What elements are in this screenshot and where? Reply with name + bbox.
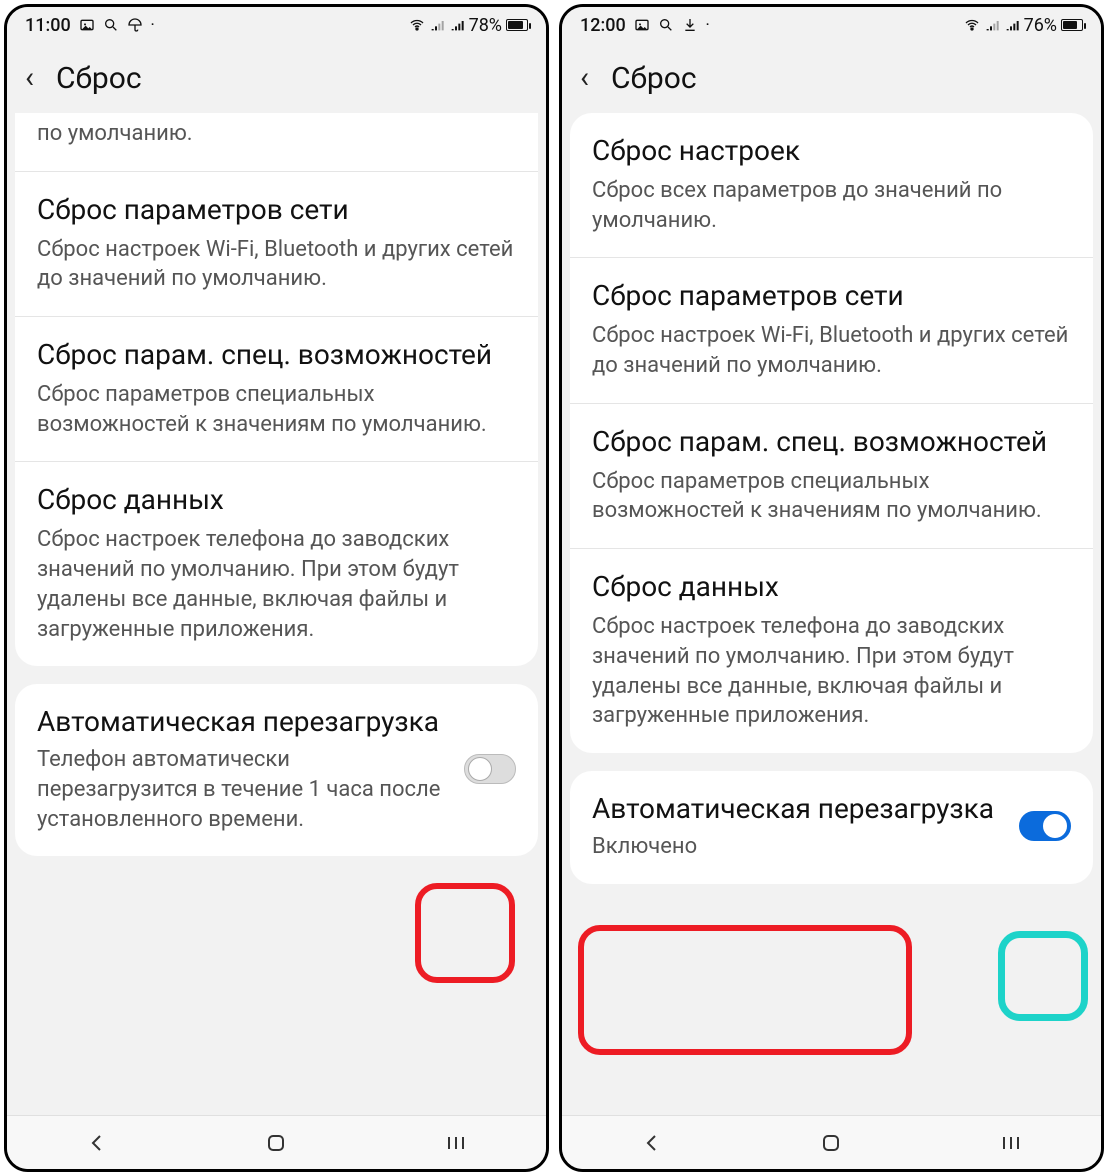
- download-icon: [682, 17, 698, 33]
- signal-icon-2: [1004, 17, 1020, 33]
- settings-card: Сброс настроек Сброс всех параметров до …: [570, 113, 1093, 753]
- item-desc: Сброс настроек телефона до заводских зна…: [592, 612, 1071, 731]
- toggle-desc: Телефон автоматически перезагрузится в т…: [37, 745, 454, 834]
- list-item-reset-network[interactable]: Сброс параметров сети Сброс настроек Wi-…: [570, 258, 1093, 403]
- nav-home-icon[interactable]: [811, 1123, 851, 1163]
- list-item-reset-settings[interactable]: Сброс настроек Сброс всех параметров до …: [570, 113, 1093, 258]
- item-title: Сброс параметров сети: [592, 278, 1071, 313]
- wifi-icon: [409, 17, 425, 33]
- page-title: Сброс: [611, 61, 697, 96]
- nav-recents-icon[interactable]: [436, 1123, 476, 1163]
- settings-card: по умолчанию. Сброс параметров сети Сбро…: [15, 113, 538, 666]
- nav-back-icon[interactable]: [632, 1123, 672, 1163]
- item-title: Сброс данных: [37, 482, 516, 517]
- gallery-icon: [634, 17, 650, 33]
- status-time: 11:00: [25, 15, 71, 36]
- list-item[interactable]: по умолчанию.: [15, 113, 538, 172]
- battery-pct: 78%: [469, 15, 502, 36]
- battery-icon: [1061, 19, 1083, 31]
- wifi-icon: [964, 17, 980, 33]
- status-bar: 11:00 · 78%: [7, 7, 546, 43]
- toggle-title: Автоматическая перезагрузка: [37, 704, 454, 739]
- more-dot: ·: [151, 17, 155, 33]
- back-button[interactable]: ‹: [21, 63, 38, 93]
- item-desc: Сброс настроек Wi-Fi, Bluetooth и других…: [592, 321, 1071, 380]
- item-desc: Сброс всех параметров до значений по умо…: [592, 176, 1071, 235]
- nav-bar: [7, 1115, 546, 1169]
- signal-icon-1: [429, 17, 445, 33]
- phone-screen-left: 11:00 · 78% ‹ Сброс по умолчанию. Сброс …: [4, 4, 549, 1172]
- umbrella-icon: [127, 17, 143, 33]
- item-title: Сброс данных: [592, 569, 1071, 604]
- item-desc: Сброс параметров специальных возможносте…: [592, 467, 1071, 526]
- item-desc: Сброс настроек телефона до заводских зна…: [37, 525, 516, 644]
- nav-bar: [562, 1115, 1101, 1169]
- nav-back-icon[interactable]: [77, 1123, 117, 1163]
- item-title: Сброс парам. спец. возможностей: [37, 337, 516, 372]
- item-title: Сброс параметров сети: [37, 192, 516, 227]
- search-icon: [658, 17, 674, 33]
- item-desc: Сброс настроек Wi-Fi, Bluetooth и других…: [37, 235, 516, 294]
- list-item-reset-network[interactable]: Сброс параметров сети Сброс настроек Wi-…: [15, 172, 538, 317]
- back-button[interactable]: ‹: [576, 63, 593, 93]
- signal-icon-2: [449, 17, 465, 33]
- battery-icon: [506, 19, 528, 31]
- auto-restart-card: Автоматическая перезагрузка Включено: [570, 771, 1093, 884]
- item-title: Сброс парам. спец. возможностей: [592, 424, 1071, 459]
- search-icon: [103, 17, 119, 33]
- more-dot: ·: [706, 17, 710, 33]
- nav-recents-icon[interactable]: [991, 1123, 1031, 1163]
- item-title: Сброс настроек: [592, 133, 1071, 168]
- auto-restart-switch[interactable]: [464, 754, 516, 784]
- list-item-reset-accessibility[interactable]: Сброс парам. спец. возможностей Сброс па…: [570, 404, 1093, 549]
- phone-screen-right: 12:00 · 76% ‹ Сброс Сброс настроек Сброс…: [559, 4, 1104, 1172]
- list-item-factory-reset[interactable]: Сброс данных Сброс настроек телефона до …: [570, 549, 1093, 753]
- settings-content[interactable]: Сброс настроек Сброс всех параметров до …: [562, 113, 1101, 1115]
- app-header: ‹ Сброс: [562, 43, 1101, 113]
- auto-restart-switch[interactable]: [1019, 811, 1071, 841]
- toggle-desc: Включено: [592, 832, 1009, 862]
- auto-restart-row[interactable]: Автоматическая перезагрузка Включено: [570, 771, 1093, 884]
- auto-restart-row[interactable]: Автоматическая перезагрузка Телефон авто…: [15, 684, 538, 856]
- list-item-factory-reset[interactable]: Сброс данных Сброс настроек телефона до …: [15, 462, 538, 666]
- status-bar: 12:00 · 76%: [562, 7, 1101, 43]
- auto-restart-card: Автоматическая перезагрузка Телефон авто…: [15, 684, 538, 856]
- app-header: ‹ Сброс: [7, 43, 546, 113]
- gallery-icon: [79, 17, 95, 33]
- signal-icon-1: [984, 17, 1000, 33]
- status-time: 12:00: [580, 15, 626, 36]
- item-desc: по умолчанию.: [37, 119, 516, 149]
- item-desc: Сброс параметров специальных возможносте…: [37, 380, 516, 439]
- battery-pct: 76%: [1024, 15, 1057, 36]
- list-item-reset-accessibility[interactable]: Сброс парам. спец. возможностей Сброс па…: [15, 317, 538, 462]
- page-title: Сброс: [56, 61, 142, 96]
- settings-content[interactable]: по умолчанию. Сброс параметров сети Сбро…: [7, 113, 546, 1115]
- nav-home-icon[interactable]: [256, 1123, 296, 1163]
- toggle-title: Автоматическая перезагрузка: [592, 791, 1009, 826]
